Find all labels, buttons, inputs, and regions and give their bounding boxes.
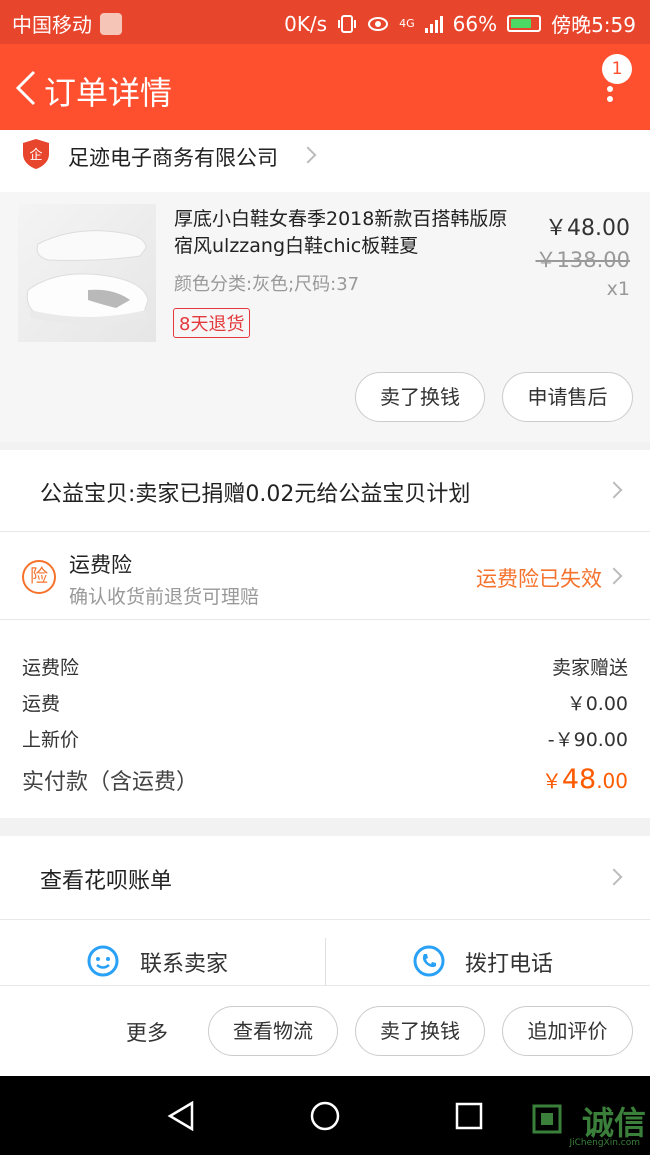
vibrate-icon: [338, 14, 357, 33]
page-title: 订单详情: [44, 74, 173, 112]
notification-badge: 1: [602, 54, 632, 84]
total-amount: ￥48.00: [542, 764, 628, 795]
sell-for-cash-button[interactable]: 卖了换钱: [355, 1006, 485, 1056]
watermark-logo-icon: [532, 1104, 562, 1134]
system-nav-bar: 诚信 JiChengXin.com: [0, 1076, 650, 1155]
chevron-right-icon: [605, 481, 623, 499]
cost-value: ￥0.00: [566, 693, 628, 715]
shop-shield-icon: 企: [23, 139, 49, 169]
original-price: ￥138.00: [535, 248, 630, 272]
call-phone-button[interactable]: 拨打电话: [465, 946, 553, 978]
chat-smile-icon: [87, 945, 119, 977]
watermark-subtext: JiChengXin.com: [569, 1138, 640, 1148]
total-integer: 48: [561, 764, 597, 795]
sell-for-cash-button[interactable]: 卖了换钱: [355, 372, 485, 422]
status-bar: 中国移动 0K/s 4G 66% 傍晚5:59: [0, 0, 650, 44]
chevron-right-icon: [605, 868, 623, 886]
charity-text: 公益宝贝:卖家已捐赠0.02元给公益宝贝计划: [40, 482, 471, 507]
insurance-title: 运费险: [69, 553, 132, 577]
back-triangle-icon[interactable]: [166, 1100, 196, 1132]
shop-name: 足迹电子商务有限公司: [68, 146, 278, 170]
product-quantity: x1: [606, 278, 630, 300]
product-thumbnail[interactable]: [18, 204, 156, 342]
total-decimal: .00: [596, 769, 628, 793]
chevron-right-icon: [299, 146, 317, 164]
home-circle-icon[interactable]: [309, 1100, 341, 1132]
cost-label: 运费: [22, 693, 61, 715]
view-logistics-button[interactable]: 查看物流: [208, 1006, 338, 1056]
after-sales-button[interactable]: 申请售后: [502, 372, 633, 422]
total-row: 实付款（含运费） ￥48.00: [22, 764, 628, 800]
cost-label: 上新价: [22, 729, 80, 751]
cost-label: 运费险: [22, 657, 80, 679]
phone-icon: [413, 945, 445, 977]
back-arrow-icon[interactable]: [12, 70, 42, 106]
huabei-bill-text: 查看花呗账单: [40, 869, 173, 894]
add-review-button[interactable]: 追加评价: [502, 1006, 633, 1056]
more-button[interactable]: 更多: [126, 1017, 168, 1047]
carrier-label: 中国移动: [12, 13, 92, 37]
sneaker-image: [26, 230, 149, 324]
order-item: 厚底小白鞋女春季2018新款百搭韩版原宿风ulzzang白鞋chic板鞋夏 颜色…: [0, 192, 650, 442]
product-price: ￥48.00: [545, 216, 630, 241]
recents-square-icon[interactable]: [454, 1101, 484, 1131]
charity-row[interactable]: 公益宝贝:卖家已捐赠0.02元给公益宝贝计划: [0, 450, 650, 532]
action-bar: 更多 查看物流 卖了换钱 追加评价: [0, 986, 650, 1076]
battery-icon: [507, 15, 542, 32]
cost-row: 运费险 卖家赠送: [22, 653, 628, 683]
product-spec: 颜色分类:灰色;尺码:37: [174, 274, 360, 295]
huabei-bill-row[interactable]: 查看花呗账单: [0, 836, 650, 920]
cost-value: 卖家赠送: [551, 657, 628, 679]
cost-value: -￥90.00: [547, 729, 628, 751]
divider: [325, 938, 326, 986]
contact-bar: 联系卖家 拨打电话: [0, 920, 650, 986]
product-title[interactable]: 厚底小白鞋女春季2018新款百搭韩版原宿风ulzzang白鞋chic板鞋夏: [174, 206, 514, 260]
eye-icon: [368, 16, 389, 31]
signal-icon: [424, 15, 443, 33]
insurance-subtitle: 确认收货前退货可理赔: [69, 586, 260, 608]
battery-percent: 66%: [452, 11, 498, 36]
shop-row[interactable]: 企 足迹电子商务有限公司: [0, 130, 650, 192]
clock: 傍晚5:59: [551, 13, 636, 37]
cost-row: 上新价 -￥90.00: [22, 725, 628, 755]
return-policy-tag: 8天退货: [173, 308, 251, 338]
total-label: 实付款（含运费）: [22, 770, 199, 795]
sim-icon: [100, 12, 122, 35]
network-speed: 0K/s: [284, 11, 328, 36]
insurance-status: 运费险已失效: [476, 567, 602, 591]
network-type: 4G: [399, 17, 415, 30]
total-currency: ￥: [541, 769, 562, 793]
cost-row: 运费 ￥0.00: [22, 689, 628, 719]
shipping-insurance-row[interactable]: 险 运费险 确认收货前退货可理赔 运费险已失效: [0, 532, 650, 620]
contact-seller-button[interactable]: 联系卖家: [140, 946, 228, 978]
chevron-right-icon: [605, 567, 623, 585]
insurance-icon: 险: [22, 560, 56, 594]
shop-icon-glyph: 企: [29, 147, 42, 163]
nav-bar: 订单详情 1: [0, 44, 650, 130]
cost-summary: 运费险 卖家赠送 运费 ￥0.00 上新价 -￥90.00 实付款（含运费） ￥…: [0, 620, 650, 818]
